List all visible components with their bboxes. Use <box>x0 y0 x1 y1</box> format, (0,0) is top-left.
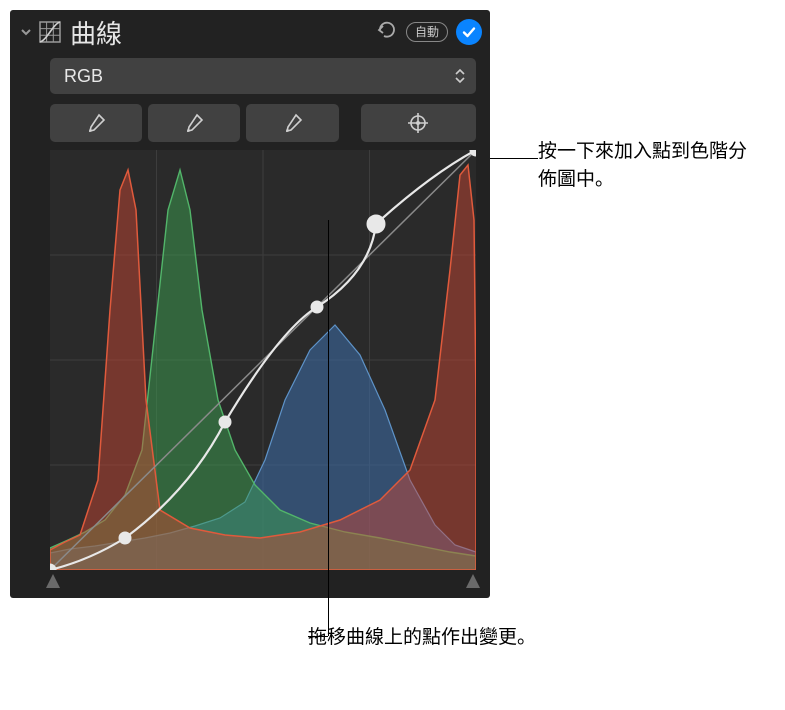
eyedropper-toolbar <box>10 104 490 150</box>
gray-point-eyedropper-button[interactable] <box>148 104 240 142</box>
callout-drag-point: 拖移曲線上的點作出變更。 <box>308 624 536 652</box>
enabled-toggle[interactable] <box>456 19 482 45</box>
add-point-button[interactable] <box>361 104 476 142</box>
black-point-knob[interactable] <box>46 574 60 588</box>
black-point-eyedropper-button[interactable] <box>50 104 142 142</box>
white-point-eyedropper-button[interactable] <box>246 104 338 142</box>
curves-panel: 曲線 自動 RGB <box>10 10 490 598</box>
curves-icon <box>36 18 64 46</box>
auto-button[interactable]: 自動 <box>406 22 448 42</box>
undo-icon[interactable] <box>376 21 398 44</box>
panel-header: 曲線 自動 <box>10 10 490 54</box>
curves-histogram[interactable] <box>50 150 476 570</box>
channel-select[interactable]: RGB <box>50 58 476 94</box>
disclosure-chevron-icon[interactable] <box>16 26 36 38</box>
channel-select-value: RGB <box>64 66 454 87</box>
select-stepper-icon <box>454 67 466 85</box>
callout-add-point: 按一下來加入點到色階分佈圖中。 <box>538 138 758 193</box>
panel-title: 曲線 <box>70 14 368 51</box>
white-point-knob[interactable] <box>466 574 480 588</box>
range-slider[interactable] <box>50 574 476 592</box>
